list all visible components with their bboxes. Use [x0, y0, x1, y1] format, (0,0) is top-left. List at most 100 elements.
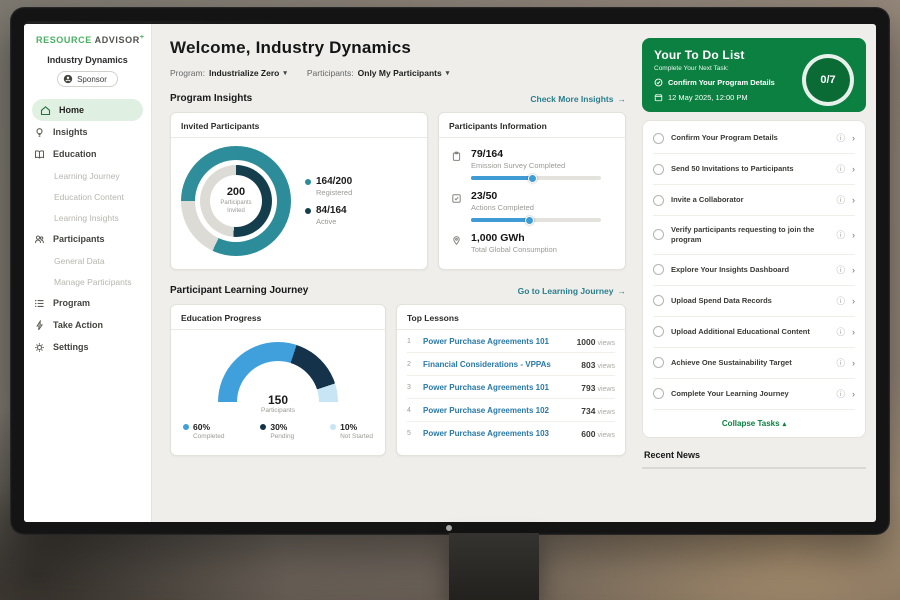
- stat-label: Total Global Consumption: [471, 245, 557, 254]
- sidebar-item-label: Manage Participants: [54, 277, 132, 287]
- chevron-right-icon[interactable]: ›: [852, 358, 855, 368]
- sidebar-item-program[interactable]: Program: [24, 292, 151, 314]
- sidebar-item-learning-journey[interactable]: Learning Journey: [24, 165, 151, 186]
- sidebar-item-take-action[interactable]: Take Action: [24, 314, 151, 336]
- sidebar-item-participants[interactable]: Participants: [24, 228, 151, 250]
- chevron-right-icon[interactable]: ›: [852, 133, 855, 143]
- task-row[interactable]: Complete Your Learning Journey ⓘ ›: [653, 379, 855, 410]
- sidebar-item-education-content[interactable]: Education Content: [24, 186, 151, 207]
- invited-participants-card: Invited Participants 200 Participants In…: [170, 112, 428, 270]
- task-label: Confirm Your Program Details: [671, 133, 829, 143]
- program-select[interactable]: Industrialize Zero ▾: [209, 68, 287, 78]
- task-row[interactable]: Upload Spend Data Records ⓘ ›: [653, 286, 855, 317]
- card-title: Top Lessons: [397, 305, 625, 330]
- task-row[interactable]: Explore Your Insights Dashboard ⓘ ›: [653, 255, 855, 286]
- sidebar-item-label: Insights: [53, 127, 88, 137]
- task-checkbox[interactable]: [653, 133, 664, 144]
- sidebar-item-home[interactable]: Home: [32, 99, 143, 121]
- sidebar-nav: Home Insights Education Learning Journey…: [24, 99, 151, 358]
- task-row[interactable]: Upload Additional Educational Content ⓘ …: [653, 317, 855, 348]
- stat-label: Actions Completed: [471, 203, 601, 212]
- sponsor-person-icon: [63, 74, 73, 84]
- info-icon[interactable]: ⓘ: [836, 163, 845, 175]
- lesson-row[interactable]: 1 Power Purchase Agreements 101 1000view…: [407, 330, 615, 353]
- sidebar-item-manage-participants[interactable]: Manage Participants: [24, 271, 151, 292]
- info-icon[interactable]: ⓘ: [836, 357, 845, 369]
- logo-primary: RESOURCE: [36, 35, 92, 45]
- info-icon[interactable]: ⓘ: [836, 194, 845, 206]
- completed-dot-icon: [183, 424, 189, 430]
- lesson-link[interactable]: Power Purchase Agreements 101: [423, 383, 573, 392]
- info-icon[interactable]: ⓘ: [836, 388, 845, 400]
- lesson-row[interactable]: 3 Power Purchase Agreements 101 793views: [407, 376, 615, 399]
- chevron-right-icon[interactable]: ›: [852, 296, 855, 306]
- task-checkbox[interactable]: [653, 195, 664, 206]
- task-checkbox[interactable]: [653, 388, 664, 399]
- participants-select[interactable]: Only My Participants ▾: [358, 68, 450, 78]
- info-icon[interactable]: ⓘ: [836, 229, 845, 241]
- info-icon[interactable]: ⓘ: [836, 132, 845, 144]
- task-row[interactable]: Invite a Collaborator ⓘ ›: [653, 185, 855, 216]
- task-checkbox[interactable]: [653, 164, 664, 175]
- info-icon[interactable]: ⓘ: [836, 295, 845, 307]
- todo-panel: Your To Do List Complete Your Next Task:…: [638, 24, 876, 522]
- sidebar-item-general-data[interactable]: General Data: [24, 250, 151, 271]
- lesson-link[interactable]: Power Purchase Agreements 102: [423, 406, 573, 415]
- lesson-row[interactable]: 5 Power Purchase Agreements 103 600views: [407, 422, 615, 444]
- task-label: Upload Additional Educational Content: [671, 327, 829, 337]
- sidebar-item-learning-insights[interactable]: Learning Insights: [24, 207, 151, 228]
- sidebar-item-insights[interactable]: Insights: [24, 121, 151, 143]
- task-checkbox[interactable]: [653, 326, 664, 337]
- check-more-insights-link[interactable]: Check More Insights →: [530, 94, 626, 104]
- task-checkbox[interactable]: [653, 264, 664, 275]
- sidebar-item-settings[interactable]: Settings: [24, 336, 151, 358]
- legend-label: Active: [316, 217, 347, 226]
- info-icon[interactable]: ⓘ: [836, 326, 845, 338]
- home-icon: [40, 104, 52, 116]
- dashboard-screen: RESOURCE ADVISOR+ Industry Dynamics Spon…: [24, 24, 876, 522]
- lesson-row[interactable]: 4 Power Purchase Agreements 102 734views: [407, 399, 615, 422]
- monitor-logo-dot: [446, 525, 452, 531]
- info-icon[interactable]: ⓘ: [836, 264, 845, 276]
- chevron-up-icon: ▴: [783, 421, 787, 428]
- section-title-program-insights: Program Insights: [170, 93, 252, 104]
- todo-next-task[interactable]: Confirm Your Program Details: [654, 78, 784, 87]
- sidebar-item-label: Education: [53, 149, 97, 159]
- chevron-right-icon[interactable]: ›: [852, 327, 855, 337]
- stat-global-consumption: 1,000 GWh Total Global Consumption: [451, 232, 613, 254]
- donut-center-value: 200: [227, 186, 245, 198]
- task-checkbox[interactable]: [653, 357, 664, 368]
- task-row[interactable]: Send 50 Invitations to Participants ⓘ ›: [653, 154, 855, 185]
- chevron-right-icon[interactable]: ›: [852, 195, 855, 205]
- task-checkbox[interactable]: [653, 229, 664, 240]
- lesson-rank: 5: [407, 430, 415, 437]
- stat-value: 23/50: [471, 190, 601, 202]
- chevron-right-icon[interactable]: ›: [852, 389, 855, 399]
- task-row[interactable]: Achieve One Sustainability Target ⓘ ›: [653, 348, 855, 379]
- arrow-right-icon: →: [618, 286, 627, 296]
- logo-secondary: ADVISOR: [95, 35, 140, 45]
- legend-item: 164/200 Registered: [305, 176, 352, 197]
- lesson-row[interactable]: 2 Financial Considerations - VPPAs 803vi…: [407, 353, 615, 376]
- education-legend: 60% Completed 30% Pending: [171, 422, 385, 440]
- link-label: Go to Learning Journey: [518, 286, 614, 296]
- chevron-right-icon[interactable]: ›: [852, 265, 855, 275]
- lesson-link[interactable]: Financial Considerations - VPPAs: [423, 360, 573, 369]
- sidebar-item-label: Participants: [53, 234, 105, 244]
- sidebar-item-education[interactable]: Education: [24, 143, 151, 165]
- chevron-down-icon: ▾: [283, 69, 287, 77]
- task-row[interactable]: Confirm Your Program Details ⓘ ›: [653, 123, 855, 154]
- chevron-right-icon[interactable]: ›: [852, 164, 855, 174]
- chevron-right-icon[interactable]: ›: [852, 230, 855, 240]
- go-to-learning-journey-link[interactable]: Go to Learning Journey →: [518, 286, 626, 296]
- monitor-bezel: RESOURCE ADVISOR+ Industry Dynamics Spon…: [10, 7, 890, 535]
- sponsor-label: Sponsor: [77, 75, 107, 84]
- sponsor-badge[interactable]: Sponsor: [57, 71, 118, 87]
- lesson-link[interactable]: Power Purchase Agreements 103: [423, 429, 573, 438]
- collapse-tasks-button[interactable]: Collapse Tasks▴: [653, 410, 855, 435]
- sidebar-item-label: Settings: [53, 342, 89, 352]
- task-checkbox[interactable]: [653, 295, 664, 306]
- legend-label: Pending: [270, 433, 294, 440]
- lesson-link[interactable]: Power Purchase Agreements 101: [423, 337, 569, 346]
- task-row[interactable]: Verify participants requesting to join t…: [653, 216, 855, 255]
